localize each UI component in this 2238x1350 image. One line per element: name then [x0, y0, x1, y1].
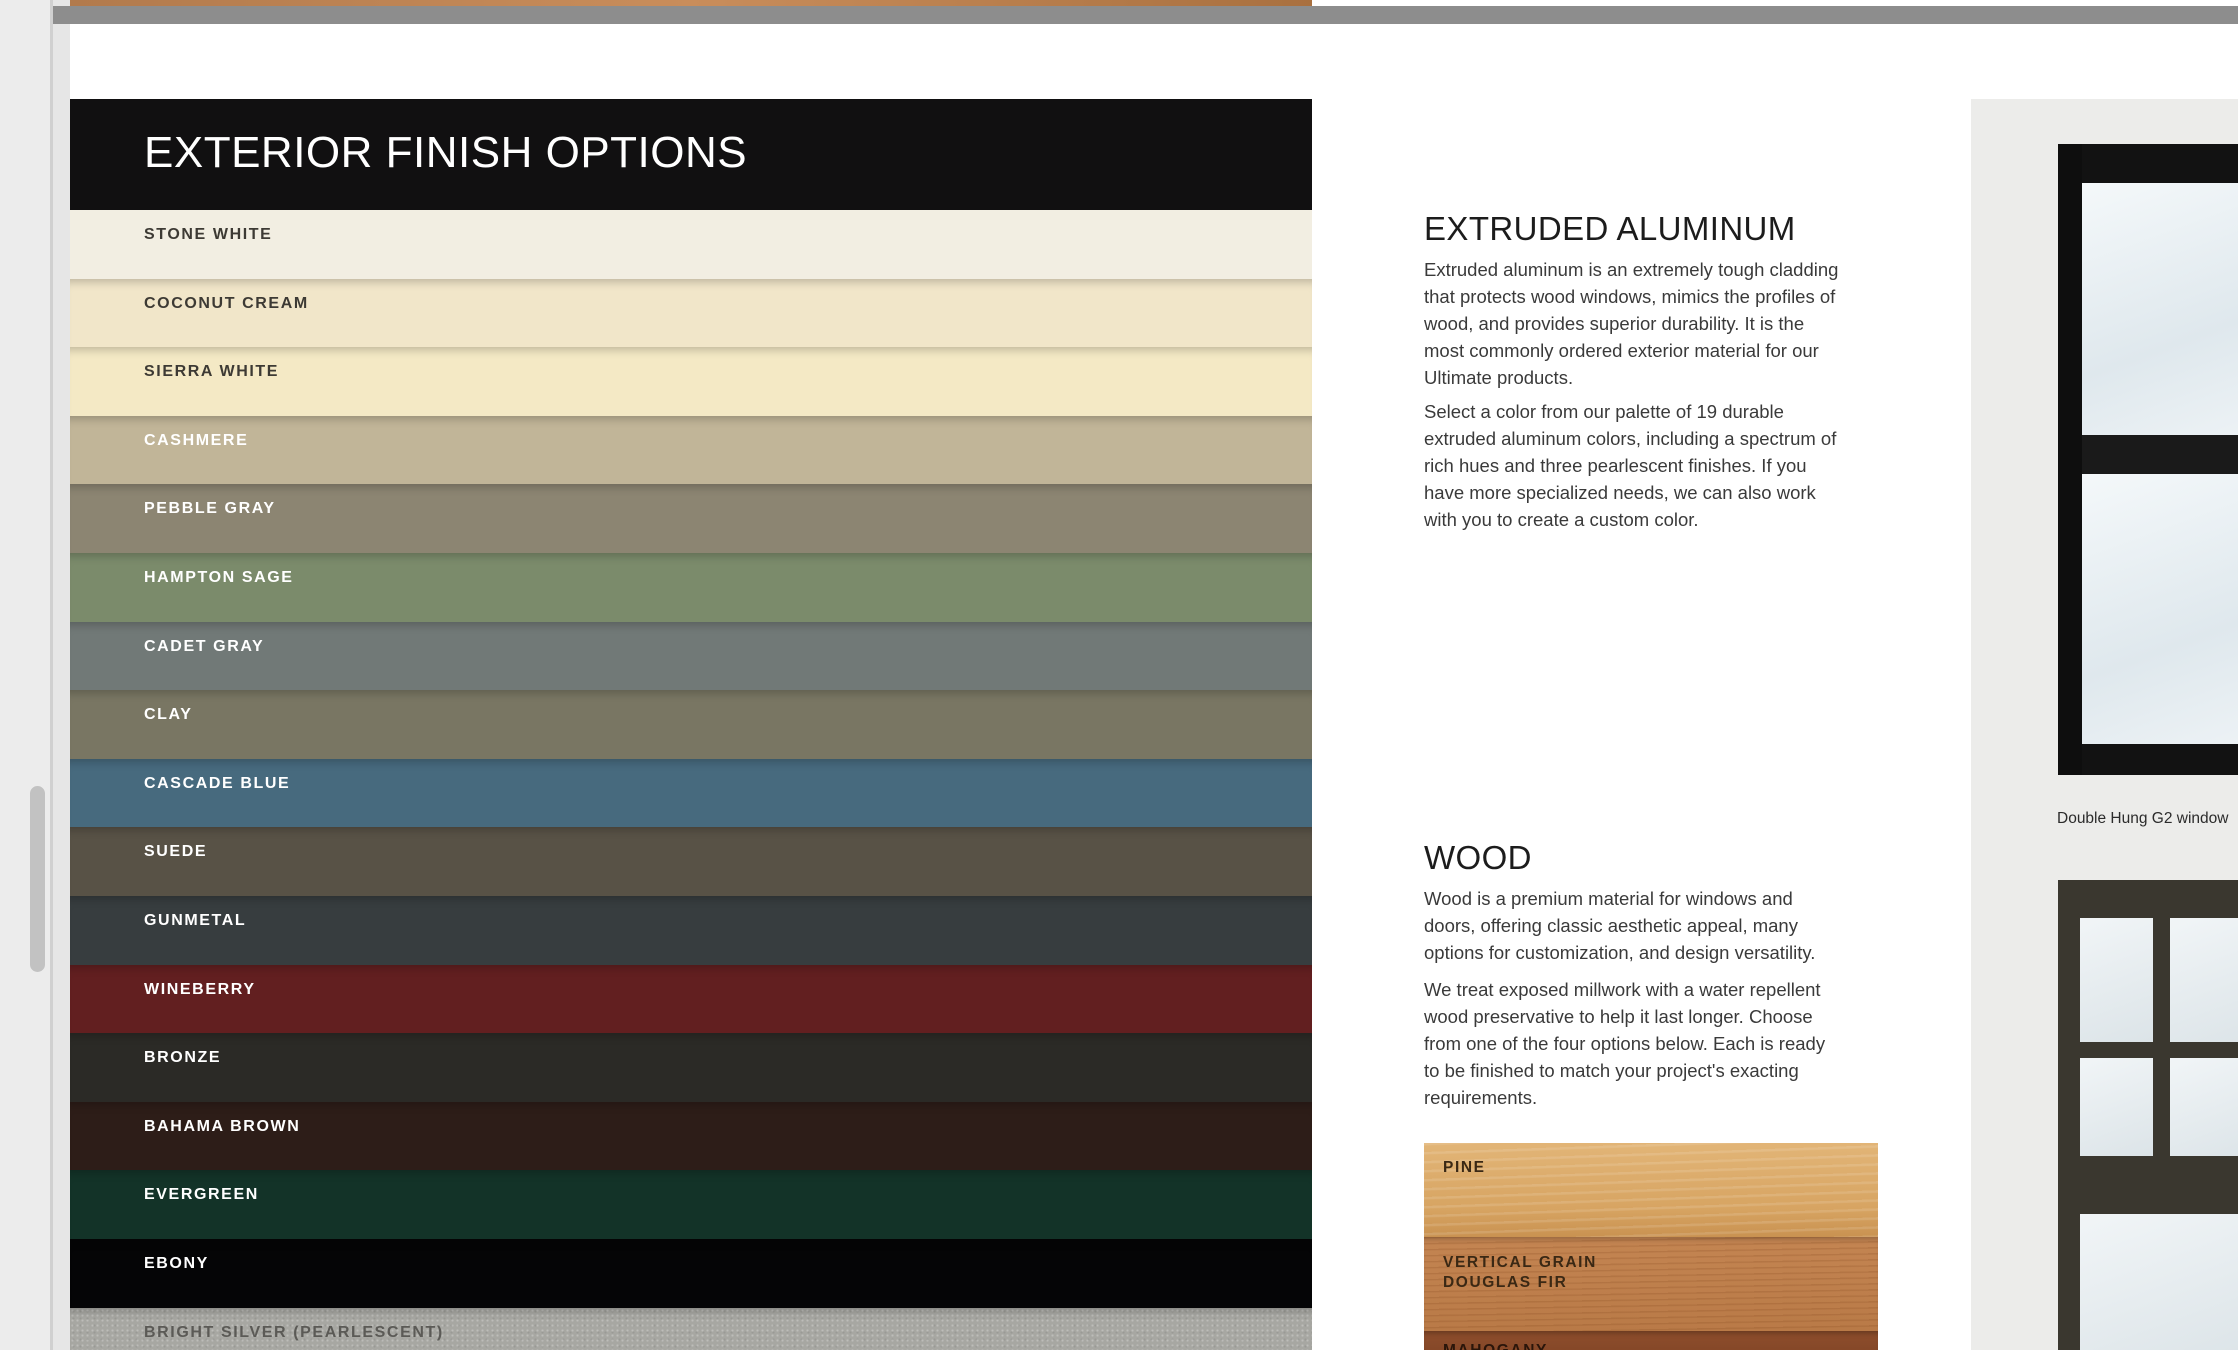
color-swatch: GUNMETAL [70, 896, 1312, 965]
wood-label-douglas-fir: VERTICAL GRAIN DOUGLAS FIR [1443, 1253, 1597, 1293]
color-swatch-label: WINEBERRY [144, 980, 256, 998]
sidebar-edge [50, 0, 53, 1350]
wood-label-mahogany: MAHOGANY [1443, 1341, 1548, 1350]
wood-swatch-mahogany: MAHOGANY [1424, 1331, 1878, 1350]
color-swatch-label: CASCADE BLUE [144, 774, 291, 792]
photo-column: Double Hung G2 window [1971, 99, 2238, 1350]
scrollbar-thumb[interactable] [30, 786, 45, 972]
color-swatch: STONE WHITE [70, 210, 1312, 279]
color-swatch-label: EVERGREEN [144, 1186, 259, 1204]
finish-options-header: EXTERIOR FINISH OPTIONS [70, 99, 1312, 210]
wood-label-pine: PINE [1443, 1159, 1486, 1176]
window-pane [2080, 1058, 2153, 1156]
photo-caption: Double Hung G2 window [2057, 810, 2229, 827]
double-hung-window-photo [2058, 144, 2238, 775]
wood-paragraph-1: Wood is a premium material for windows a… [1424, 888, 1816, 963]
wood-swatch-pine: PINE [1424, 1143, 1878, 1237]
color-swatch: SUEDE [70, 827, 1312, 896]
window-glass-lower [2082, 474, 2238, 744]
color-swatch: EVERGREEN [70, 1170, 1312, 1239]
aluminum-heading: EXTRUDED ALUMINUM [1424, 210, 1796, 247]
color-swatch: CASCADE BLUE [70, 758, 1312, 828]
color-swatch: COCONUT CREAM [70, 278, 1312, 348]
color-swatch: SIERRA WHITE [70, 347, 1312, 416]
window-pane [2170, 1058, 2238, 1156]
color-swatch-label: CASHMERE [144, 431, 249, 449]
color-swatch-label: CLAY [144, 706, 193, 724]
color-swatch: BAHAMA BROWN [70, 1101, 1312, 1171]
color-swatch-label: PEBBLE GRAY [144, 500, 276, 518]
color-swatch: CADET GRAY [70, 621, 1312, 691]
color-swatch-label: STONE WHITE [144, 226, 273, 243]
color-swatch-label: GUNMETAL [144, 912, 247, 929]
color-swatch-label: COCONUT CREAM [144, 294, 309, 312]
window-meeting-rail [2082, 435, 2238, 474]
color-swatch: CASHMERE [70, 415, 1312, 485]
page-separator [53, 6, 2238, 24]
color-swatch: BRIGHT SILVER (PEARLESCENT) [70, 1307, 1312, 1350]
color-swatch-list: STONE WHITE COCONUT CREAM SIERRA WHITE CASH… [70, 210, 1312, 1350]
color-swatch: WINEBERRY [70, 964, 1312, 1034]
wood-label-fir-line-2: DOUGLAS FIR [1443, 1274, 1568, 1291]
color-swatch: EBONY [70, 1239, 1312, 1308]
aluminum-paragraph-2: Select a color from our palette of 19 du… [1424, 401, 1837, 530]
window-pane [2170, 918, 2238, 1042]
color-swatch: CLAY [70, 690, 1312, 759]
color-swatch-label: HAMPTON SAGE [144, 569, 294, 586]
color-swatch-label: BRIGHT SILVER (PEARLESCENT) [144, 1323, 444, 1341]
wood-swatch-list: PINE VERTICAL GRAIN DOUGLAS FIR MAHOGANY [1424, 1143, 1878, 1350]
color-swatch-label: CADET GRAY [144, 637, 265, 655]
wood-paragraph-2: We treat exposed millwork with a water r… [1424, 979, 1826, 1108]
viewer-sidebar [0, 0, 53, 1350]
finish-options-title: EXTERIOR FINISH OPTIONS [144, 128, 748, 177]
color-swatch: PEBBLE GRAY [70, 484, 1312, 553]
grille-window-photo [2058, 880, 2238, 1350]
color-swatch-label: SUEDE [144, 843, 208, 861]
color-swatch-label: SIERRA WHITE [144, 363, 280, 381]
color-swatch-label: BRONZE [144, 1049, 222, 1067]
wood-heading: WOOD [1424, 839, 1532, 876]
color-swatch: HAMPTON SAGE [70, 553, 1312, 622]
aluminum-paragraph-1: Extruded aluminum is an extremely tough … [1424, 259, 1839, 388]
window-pane [2080, 918, 2153, 1042]
color-swatch-label: BAHAMA BROWN [144, 1117, 301, 1135]
color-swatch-label: EBONY [144, 1255, 209, 1272]
color-swatch: BRONZE [70, 1033, 1312, 1102]
window-frame [2058, 144, 2082, 775]
document-page: EXTERIOR FINISH OPTIONS STONE WHITE COCON… [70, 24, 2238, 1350]
wood-label-fir-line-1: VERTICAL GRAIN [1443, 1254, 1597, 1271]
window-pane [2080, 1214, 2238, 1350]
wood-swatch-douglas-fir: VERTICAL GRAIN DOUGLAS FIR [1424, 1237, 1878, 1331]
window-glass-upper [2082, 183, 2238, 435]
